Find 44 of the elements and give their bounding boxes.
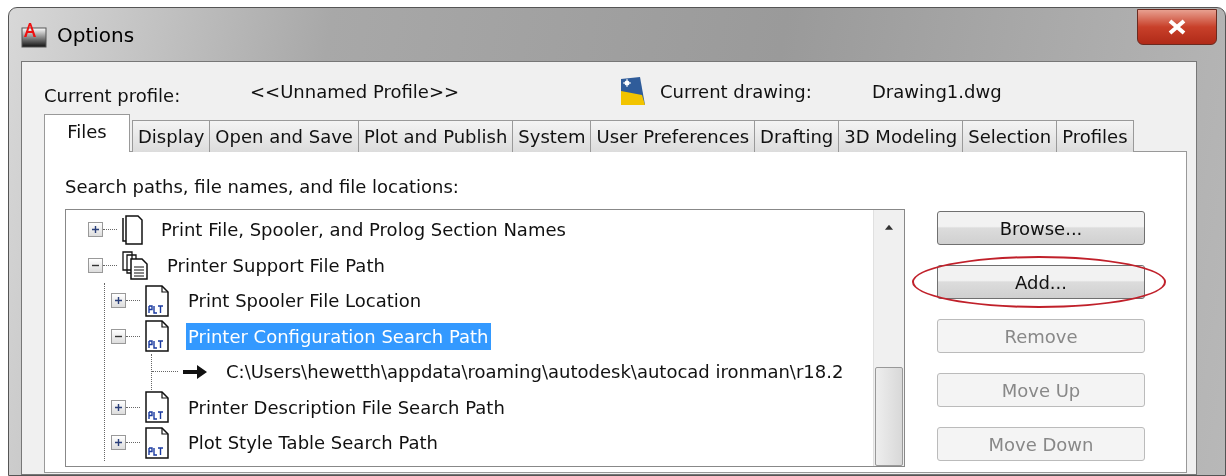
tab[interactable]: User Preferences bbox=[590, 120, 756, 152]
profile-label: Current profile: bbox=[44, 83, 182, 106]
tab[interactable]: Open and Save bbox=[209, 120, 359, 152]
documents-icon bbox=[121, 250, 149, 281]
close-button[interactable] bbox=[1137, 8, 1217, 45]
expand-button[interactable] bbox=[111, 435, 126, 451]
tab[interactable]: Display bbox=[132, 120, 211, 152]
tree-item[interactable]: Printer Support File Path bbox=[165, 251, 387, 279]
tree-item[interactable]: Printer Description File Search Path bbox=[186, 393, 507, 421]
collapse-button[interactable] bbox=[111, 328, 126, 344]
drawing-label: Current drawing: bbox=[660, 80, 813, 102]
section-caption: Search paths, file names, and file locations: bbox=[65, 176, 459, 197]
action-button[interactable]: Browse... bbox=[937, 211, 1145, 245]
tree-item[interactable]: Print File, Spooler, and Prolog Section Names bbox=[159, 216, 568, 244]
tree-item[interactable]: Print Spooler File Location bbox=[186, 287, 424, 315]
tab[interactable]: Selection bbox=[962, 120, 1058, 152]
profile-name: <<Unnamed Profile>> bbox=[250, 80, 461, 102]
plt-file-icon bbox=[144, 284, 170, 317]
scroll-up-icon[interactable] bbox=[883, 224, 895, 231]
plt-file-icon bbox=[144, 426, 170, 459]
arrow-icon bbox=[182, 362, 208, 381]
tab[interactable]: 3D Modeling bbox=[838, 120, 964, 152]
document-icon bbox=[121, 214, 143, 245]
expand-button[interactable] bbox=[88, 222, 103, 238]
tab[interactable]: System bbox=[512, 120, 592, 152]
expand-button[interactable] bbox=[111, 399, 126, 415]
tab[interactable]: Drafting bbox=[754, 120, 840, 152]
window-title: Options bbox=[57, 22, 135, 47]
tab[interactable]: Profiles bbox=[1056, 120, 1134, 152]
tab[interactable]: Plot and Publish bbox=[357, 120, 514, 152]
collapse-button[interactable] bbox=[88, 257, 103, 273]
tab[interactable]: Files bbox=[44, 114, 130, 152]
action-button[interactable]: Add... bbox=[937, 265, 1145, 299]
app-logo-icon bbox=[21, 21, 47, 48]
tree-item[interactable]: Plot Style Table Search Path bbox=[186, 429, 440, 457]
plt-file-icon bbox=[144, 391, 170, 424]
drawing-name: Drawing1.dwg bbox=[872, 80, 1002, 102]
close-icon bbox=[1167, 18, 1187, 35]
drawing-file-icon bbox=[618, 75, 648, 107]
expand-button[interactable] bbox=[111, 293, 126, 309]
scrollbar[interactable] bbox=[873, 210, 904, 466]
plt-file-icon bbox=[144, 320, 170, 353]
path-entry[interactable]: C:\Users\hewetth\appdata\roaming\autodesk\autocad ironman\r18.2 bbox=[224, 358, 846, 386]
scroll-thumb[interactable] bbox=[875, 366, 903, 466]
